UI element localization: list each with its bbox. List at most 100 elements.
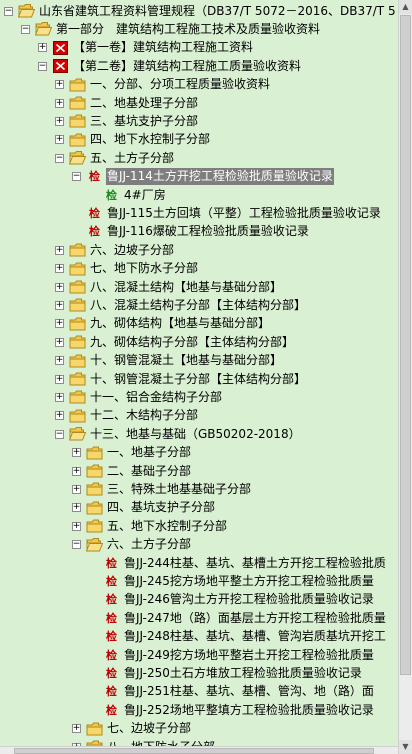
expand-icon[interactable]: + — [55, 80, 64, 90]
tree-item-label[interactable]: 六、土方子分部 — [106, 536, 192, 553]
tree-item-label[interactable]: 二、基础子分部 — [106, 463, 192, 480]
expand-icon[interactable]: + — [55, 300, 64, 310]
expand-icon[interactable]: + — [55, 282, 64, 292]
expand-icon[interactable]: + — [55, 98, 64, 108]
tree-item[interactable]: 检鲁JJ-250土石方堆放工程检验批质量验收记录 — [89, 663, 363, 683]
tree-item-label[interactable]: 鲁JJ-248柱基、基坑、基槽、管沟岩质基坑开挖工 — [123, 628, 387, 645]
tree-item[interactable]: − 五、土方子分部 — [55, 148, 175, 168]
tree-item[interactable]: + 五、地下水控制子分部 — [72, 516, 228, 536]
tree-item[interactable]: + 二、地基处理子分部 — [55, 93, 199, 113]
horizontal-scroll-thumb[interactable] — [14, 748, 374, 754]
tree-item-label[interactable]: 鲁JJ-115土方回填（平整）工程检验批质量验收记录 — [106, 205, 382, 222]
tree-item[interactable]: 检鲁JJ-244柱基、基坑、基槽土方开挖工程检验批质 — [89, 553, 387, 573]
expand-icon[interactable]: + — [55, 319, 64, 329]
expand-icon[interactable]: + — [72, 521, 81, 531]
tree-item[interactable]: + 十二、木结构子分部 — [55, 406, 199, 426]
tree-item-label[interactable]: 九、砌体结构【地基与基础分部】 — [89, 315, 271, 332]
horizontal-scrollbar[interactable] — [0, 746, 398, 754]
tree-item[interactable]: 检鲁JJ-115土方回填（平整）工程检验批质量验收记录 — [72, 203, 382, 223]
expand-icon[interactable]: + — [72, 448, 81, 458]
document-tree[interactable]: − 山东省建筑工程资料管理规程（DB37/T 5072－2016、DB37/T 5… — [0, 0, 398, 746]
tree-item[interactable]: + 十、钢管混凝土子分部【主体结构分部】 — [55, 369, 307, 389]
tree-item-label[interactable]: 【第二卷】建筑结构工程施工质量验收资料 — [72, 58, 302, 75]
tree-item-label[interactable]: 八、地下防水子分部 — [106, 739, 216, 747]
expand-icon[interactable]: + — [55, 116, 64, 126]
tree-item-label[interactable]: 七、地下防水子分部 — [89, 260, 199, 277]
tree-item[interactable]: − 十三、地基与基础（GB50202-2018） — [55, 424, 302, 444]
tree-item-label[interactable]: 四、基坑支护子分部 — [106, 499, 216, 516]
tree-item-label[interactable]: 【第一卷】建筑结构工程施工资料 — [72, 39, 254, 56]
expand-icon[interactable]: + — [55, 337, 64, 347]
tree-item[interactable]: + 三、特殊土地基基础子分部 — [72, 479, 252, 499]
tree-item[interactable]: − 山东省建筑工程资料管理规程（DB37/T 5072－2016、DB37/T 5 — [4, 1, 397, 21]
tree-item-label[interactable]: 八、混凝土结构子分部【主体结构分部】 — [89, 297, 307, 314]
tree-item-label[interactable]: 鲁JJ-114土方开挖工程检验批质量验收记录 — [106, 168, 334, 186]
tree-item-label[interactable]: 四、地下水控制子分部 — [89, 131, 211, 148]
tree-item[interactable]: + 十一、铝合金结构子分部 — [55, 387, 223, 407]
expand-icon[interactable]: + — [55, 356, 64, 366]
scroll-down-button[interactable]: ▼ — [399, 740, 412, 754]
tree-item-label[interactable]: 十一、铝合金结构子分部 — [89, 389, 223, 406]
tree-item-label[interactable]: 九、砌体结构子分部【主体结构分部】 — [89, 334, 295, 351]
tree-item-label[interactable]: 三、基坑支护子分部 — [89, 113, 199, 130]
tree-item[interactable]: 检 4#厂房 — [89, 185, 167, 205]
tree-item[interactable]: − 六、土方子分部 — [72, 535, 192, 555]
tree-item[interactable]: + 二、基础子分部 — [72, 461, 192, 481]
collapse-icon[interactable]: − — [4, 6, 13, 16]
expand-icon[interactable]: + — [55, 264, 64, 274]
tree-item[interactable]: + 一、地基子分部 — [72, 443, 192, 463]
tree-item-label[interactable]: 鲁JJ-244柱基、基坑、基槽土方开挖工程检验批质 — [123, 555, 387, 572]
tree-item[interactable]: 检鲁JJ-246管沟土方开挖工程检验批质量验收记录 — [89, 590, 375, 610]
collapse-icon[interactable]: − — [55, 153, 64, 163]
tree-item-label[interactable]: 鲁JJ-250土石方堆放工程检验批质量验收记录 — [123, 665, 363, 682]
expand-icon[interactable]: + — [55, 392, 64, 402]
tree-item[interactable]: + 七、边坡子分部 — [72, 719, 192, 739]
tree-item-label[interactable]: 五、土方子分部 — [89, 150, 175, 167]
tree-item[interactable]: + 六、边坡子分部 — [55, 240, 175, 260]
tree-item-label[interactable]: 鲁JJ-116爆破工程检验批质量验收记录 — [106, 223, 310, 240]
tree-item[interactable]: + 九、砌体结构子分部【主体结构分部】 — [55, 332, 295, 352]
expand-icon[interactable]: + — [72, 484, 81, 494]
expand-icon[interactable]: + — [72, 503, 81, 513]
tree-item[interactable]: + 四、基坑支护子分部 — [72, 498, 216, 518]
collapse-icon[interactable]: − — [38, 61, 47, 71]
tree-item-label[interactable]: 山东省建筑工程资料管理规程（DB37/T 5072－2016、DB37/T 5 — [38, 3, 397, 20]
tree-item[interactable]: + 【第一卷】建筑结构工程施工资料 — [38, 38, 254, 58]
tree-item[interactable]: 检鲁JJ-252场地平整填方工程检验批质量验收记录 — [89, 700, 375, 720]
expand-icon[interactable]: + — [55, 374, 64, 384]
tree-item-label[interactable]: 二、地基处理子分部 — [89, 95, 199, 112]
tree-item-label[interactable]: 八、混凝土结构【地基与基础分部】 — [89, 279, 283, 296]
tree-item[interactable]: 检鲁JJ-116爆破工程检验批质量验收记录 — [72, 222, 310, 242]
tree-item[interactable]: + 四、地下水控制子分部 — [55, 130, 211, 150]
tree-item-label[interactable]: 七、边坡子分部 — [106, 720, 192, 737]
tree-item[interactable]: 检鲁JJ-245挖方场地平整土方开挖工程检验批质量 — [89, 571, 375, 591]
tree-item-label[interactable]: 鲁JJ-251柱基、基坑、基槽、管沟、地（路）面 — [123, 683, 375, 700]
tree-item[interactable]: − 第一部分 建筑结构工程施工技术及质量验收资料 — [21, 19, 321, 39]
tree-item-label[interactable]: 一、地基子分部 — [106, 444, 192, 461]
vertical-scrollbar[interactable]: ▲ ▼ — [398, 0, 412, 754]
tree-item-label[interactable]: 十二、木结构子分部 — [89, 407, 199, 424]
tree-item-label[interactable]: 4#厂房 — [123, 187, 167, 204]
tree-item[interactable]: + 三、基坑支护子分部 — [55, 111, 199, 131]
tree-item-label[interactable]: 鲁JJ-252场地平整填方工程检验批质量验收记录 — [123, 702, 375, 719]
tree-item-label[interactable]: 鲁JJ-246管沟土方开挖工程检验批质量验收记录 — [123, 591, 375, 608]
collapse-icon[interactable]: − — [21, 24, 30, 34]
tree-item[interactable]: + 八、混凝土结构【地基与基础分部】 — [55, 277, 283, 297]
expand-icon[interactable]: + — [55, 411, 64, 421]
expand-icon[interactable]: + — [38, 43, 47, 53]
tree-item-label[interactable]: 三、特殊土地基基础子分部 — [106, 481, 252, 498]
tree-item[interactable]: 检鲁JJ-248柱基、基坑、基槽、管沟岩质基坑开挖工 — [89, 627, 387, 647]
expand-icon[interactable]: + — [72, 724, 81, 734]
tree-item[interactable]: 检鲁JJ-249挖方场地平整岩土开挖工程检验批质量 — [89, 645, 375, 665]
expand-icon[interactable]: + — [55, 135, 64, 145]
tree-item-label[interactable]: 十三、地基与基础（GB50202-2018） — [89, 426, 302, 443]
tree-item[interactable]: − 检鲁JJ-114土方开挖工程检验批质量验收记录 — [72, 167, 334, 187]
tree-item[interactable]: 检鲁JJ-251柱基、基坑、基槽、管沟、地（路）面 — [89, 682, 375, 702]
tree-item[interactable]: + 十、钢管混凝土【地基与基础分部】 — [55, 351, 283, 371]
tree-item[interactable]: + 七、地下防水子分部 — [55, 259, 199, 279]
tree-item-label[interactable]: 五、地下水控制子分部 — [106, 518, 228, 535]
tree-item-label[interactable]: 鲁JJ-247地（路）面基层土方开挖工程检验批质量 — [123, 610, 387, 627]
collapse-icon[interactable]: − — [72, 172, 81, 182]
tree-item-label[interactable]: 第一部分 建筑结构工程施工技术及质量验收资料 — [55, 21, 321, 38]
collapse-icon[interactable]: − — [55, 429, 64, 439]
